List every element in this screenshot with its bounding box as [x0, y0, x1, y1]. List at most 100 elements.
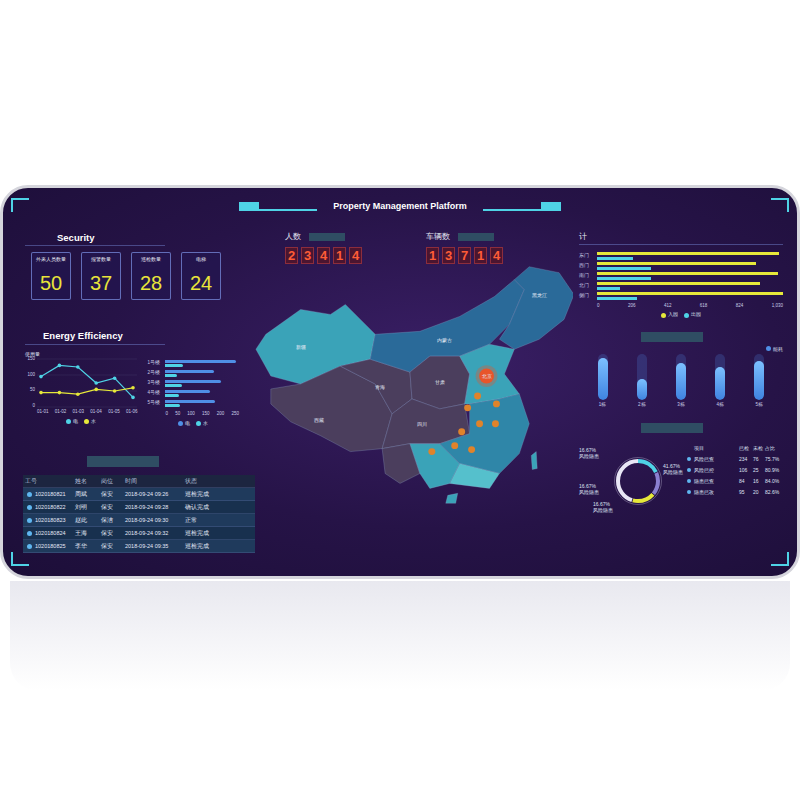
bar-track	[165, 390, 239, 397]
table-row: 风险已控1062580.9%	[687, 465, 783, 476]
bar-label: 5号楼	[147, 401, 165, 406]
bar-label: 2号楼	[147, 371, 165, 376]
row-dot-icon	[27, 531, 32, 536]
table-cell: 2018-09-24 09:30	[123, 517, 183, 523]
x-tick: 01-03	[73, 409, 85, 415]
province-region	[450, 463, 500, 488]
legend-dot	[66, 419, 71, 424]
bar-track	[597, 262, 783, 270]
province-region	[460, 344, 520, 404]
ring-arc	[618, 461, 658, 501]
table-row: 1020180821周斌保安2018-09-24 09:26巡检完成	[23, 488, 255, 501]
x-tick: 01-02	[55, 409, 67, 415]
bar-track	[165, 400, 239, 407]
column-header: 岗位	[99, 478, 123, 484]
map-pin	[451, 442, 458, 449]
province-label: 黑龙江	[532, 291, 547, 297]
table-cell: 20	[753, 490, 765, 496]
x-tick: 200	[217, 411, 225, 417]
stat-label: 电梯	[196, 256, 206, 262]
table-cell: 2018-09-24 09:35	[123, 543, 183, 549]
data-point	[39, 391, 43, 395]
province-region	[410, 356, 470, 409]
bar-fill	[165, 370, 214, 373]
capsule-fill	[754, 361, 764, 400]
table-cell: 刘明	[73, 504, 99, 510]
table-cell: 75.7%	[765, 457, 783, 463]
map-pin	[492, 420, 499, 427]
digit: 2	[285, 247, 298, 264]
grid-line	[37, 358, 137, 359]
ring-percent: 41.67%	[663, 463, 683, 469]
title-decoration	[239, 202, 317, 211]
bar-fill	[597, 257, 633, 260]
legend-label: 电	[73, 418, 78, 424]
counter: 车辆数13714	[426, 232, 503, 264]
capsule-column: 4栋	[715, 354, 725, 407]
column-header: 项目	[694, 446, 739, 452]
stat-value: 28	[140, 273, 162, 293]
x-tick: 250	[231, 411, 239, 417]
security-stat: 报警数量37	[81, 252, 121, 300]
cell-text: 1020180823	[35, 517, 66, 523]
capsule-track	[676, 354, 686, 400]
ring-segment	[618, 461, 658, 501]
corner-decoration	[771, 552, 789, 566]
row-dot-icon	[27, 518, 32, 523]
x-tick: 01-06	[126, 409, 138, 415]
axis-title: 使用量	[25, 351, 137, 357]
data-point	[131, 395, 135, 399]
capsule-fill	[676, 363, 686, 400]
x-axis: 050100150200250	[165, 411, 239, 417]
capsule-track	[715, 354, 725, 400]
bar-label: 侧门	[579, 293, 597, 299]
bar-label: 1号楼	[147, 361, 165, 366]
x-tick: 412	[664, 303, 672, 309]
pin-dot	[476, 420, 483, 427]
bar-row: 东门	[579, 251, 783, 261]
legend-item: 水	[196, 420, 208, 426]
security-stat: 电梯24	[181, 252, 221, 300]
cell-text: 赵此	[75, 517, 87, 523]
counter-header: 人数	[285, 232, 362, 242]
table-cell: 赵此	[73, 517, 99, 523]
ring-percent: 16.67%	[593, 501, 613, 507]
bar-fill	[165, 384, 181, 387]
corner-decoration	[771, 198, 789, 212]
province-label: 新疆	[296, 344, 306, 350]
map-pin	[458, 428, 465, 435]
cell-text: 确认完成	[185, 504, 209, 510]
table-row: 1020180822刘明保安2018-09-24 09:28确认完成	[23, 501, 255, 514]
data-point	[39, 375, 43, 379]
x-tick: 1,030	[772, 303, 783, 309]
header-block	[309, 233, 345, 241]
row-dot-icon	[687, 479, 691, 483]
map-pin	[464, 404, 471, 411]
bar-row: 北门	[579, 281, 783, 291]
table-cell: 巡检完成	[183, 543, 255, 549]
stat-label: 报警数量	[91, 256, 111, 262]
data-point	[94, 387, 98, 391]
bar-track	[597, 272, 783, 280]
bar-label: 4号楼	[147, 391, 165, 396]
table-cell: 隐患已查	[694, 479, 739, 485]
ring-label: 16.67%风险隐患	[579, 447, 599, 459]
x-tick: 100	[187, 411, 195, 417]
ring-plot	[613, 456, 663, 506]
x-tick: 824	[736, 303, 744, 309]
cell-text: 保安	[101, 543, 113, 549]
table-cell: 82.6%	[765, 490, 783, 496]
province-region	[440, 394, 529, 474]
capsule-track	[637, 354, 647, 400]
ring-label: 16.67%风险隐患	[593, 501, 613, 513]
bar-row: 1号楼	[147, 359, 239, 369]
bar-fill	[597, 292, 783, 295]
legend-dot	[196, 421, 201, 426]
cell-text: 1020180825	[35, 543, 66, 549]
line-plot	[37, 357, 137, 409]
capsule-label: 2栋	[638, 402, 646, 407]
legend-dot	[178, 421, 183, 426]
capsule-fill	[598, 358, 608, 399]
row-dot-icon	[27, 505, 32, 510]
column-header: 已检	[739, 446, 753, 452]
